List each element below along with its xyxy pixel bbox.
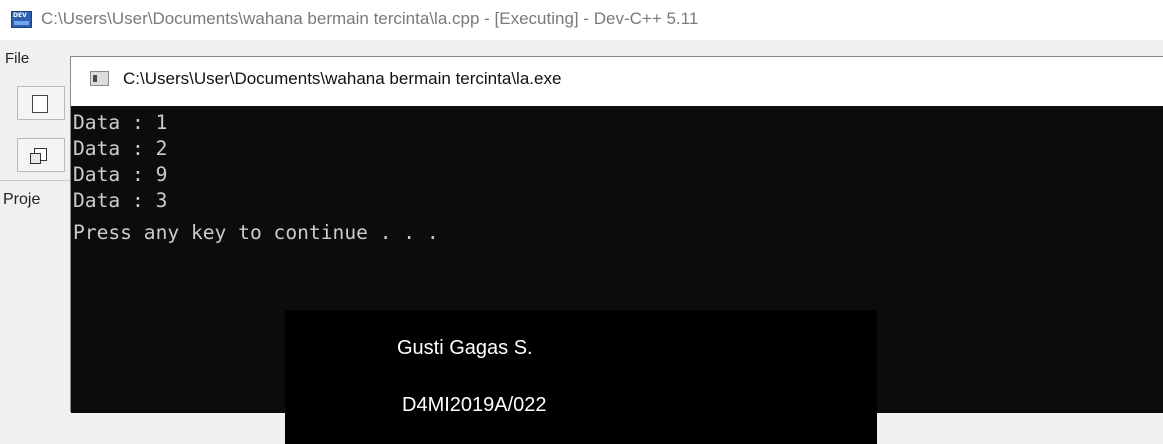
new-file-button[interactable] [17,86,65,120]
console-line: Data : 3 [73,189,168,212]
author-id: D4MI2019A/022 [402,394,547,416]
console-output[interactable]: Data : 1 Data : 2 Data : 9 Data : 3 Pres… [71,106,1163,444]
author-name: Gusti Gagas S. [397,337,533,359]
author-overlay: Gusti Gagas S. D4MI2019A/022 [285,310,877,444]
new-file-icon [32,95,48,113]
window-button[interactable] [17,138,65,172]
toolbar-divider [0,180,70,181]
console-window[interactable]: C:\Users\User\Documents\wahana bermain t… [70,56,1163,444]
console-window-title: C:\Users\User\Documents\wahana bermain t… [123,69,562,88]
devcpp-window-title: C:\Users\User\Documents\wahana bermain t… [41,9,699,28]
console-title-bar[interactable]: C:\Users\User\Documents\wahana bermain t… [71,57,1163,106]
devcpp-title-bar[interactable]: DEV C:\Users\User\Documents\wahana berma… [0,0,1163,40]
console-prompt-line: Press any key to continue . . . [73,221,439,244]
console-line: Data : 1 [73,111,168,134]
devcpp-app-icon: DEV [11,11,32,28]
console-line: Data : 2 [73,137,168,160]
console-app-icon [90,71,109,86]
console-line: Data : 9 [73,163,168,186]
project-panel-tab[interactable]: Proje [3,191,40,209]
menu-file[interactable]: File [5,50,29,67]
